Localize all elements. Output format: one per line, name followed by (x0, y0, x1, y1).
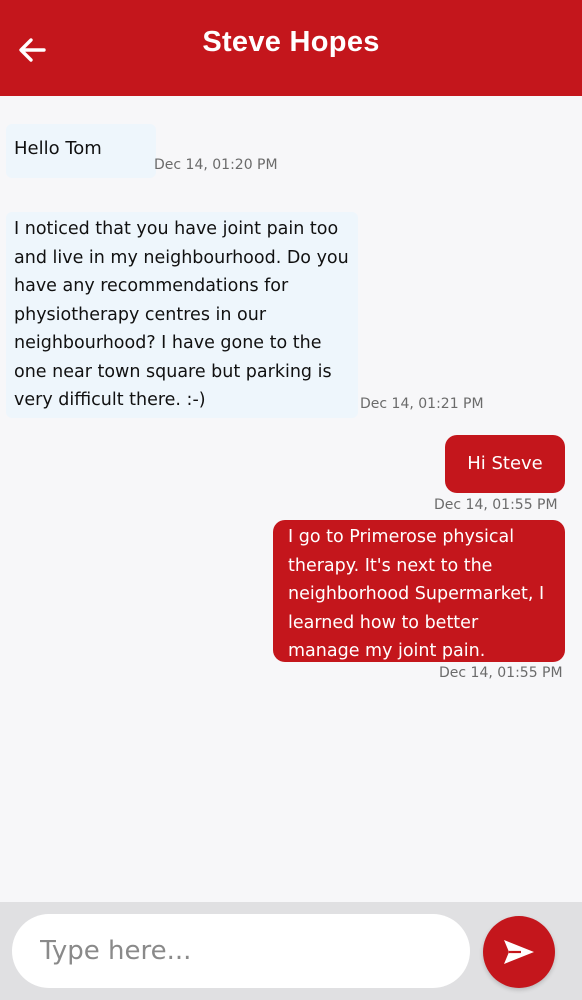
send-button[interactable] (483, 916, 555, 988)
message-timestamp: Dec 14, 01:55 PM (434, 497, 558, 513)
message-text: I noticed that you have joint pain too a… (14, 219, 349, 410)
message-text: I go to Primerose physical therapy. It's… (288, 527, 545, 661)
message-bubble-outgoing: I go to Primerose physical therapy. It's… (273, 520, 565, 662)
message-list[interactable]: Hello Tom Dec 14, 01:20 PM I noticed tha… (0, 96, 582, 902)
message-bubble-outgoing: Hi Steve (445, 435, 565, 493)
send-icon (504, 940, 534, 964)
message-composer (0, 902, 582, 1000)
contact-name: Steve Hopes (202, 26, 380, 58)
message-bubble-incoming: Hello Tom (6, 124, 156, 178)
message-timestamp: Dec 14, 01:20 PM (154, 157, 278, 173)
message-text: Hi Steve (467, 452, 543, 474)
message-text: Hello Tom (14, 138, 102, 159)
chat-header: Steve Hopes (0, 0, 582, 96)
message-input[interactable] (12, 914, 470, 988)
message-timestamp: Dec 14, 01:21 PM (360, 396, 484, 412)
message-bubble-incoming: I noticed that you have joint pain too a… (6, 212, 358, 418)
message-timestamp: Dec 14, 01:55 PM (439, 665, 563, 681)
